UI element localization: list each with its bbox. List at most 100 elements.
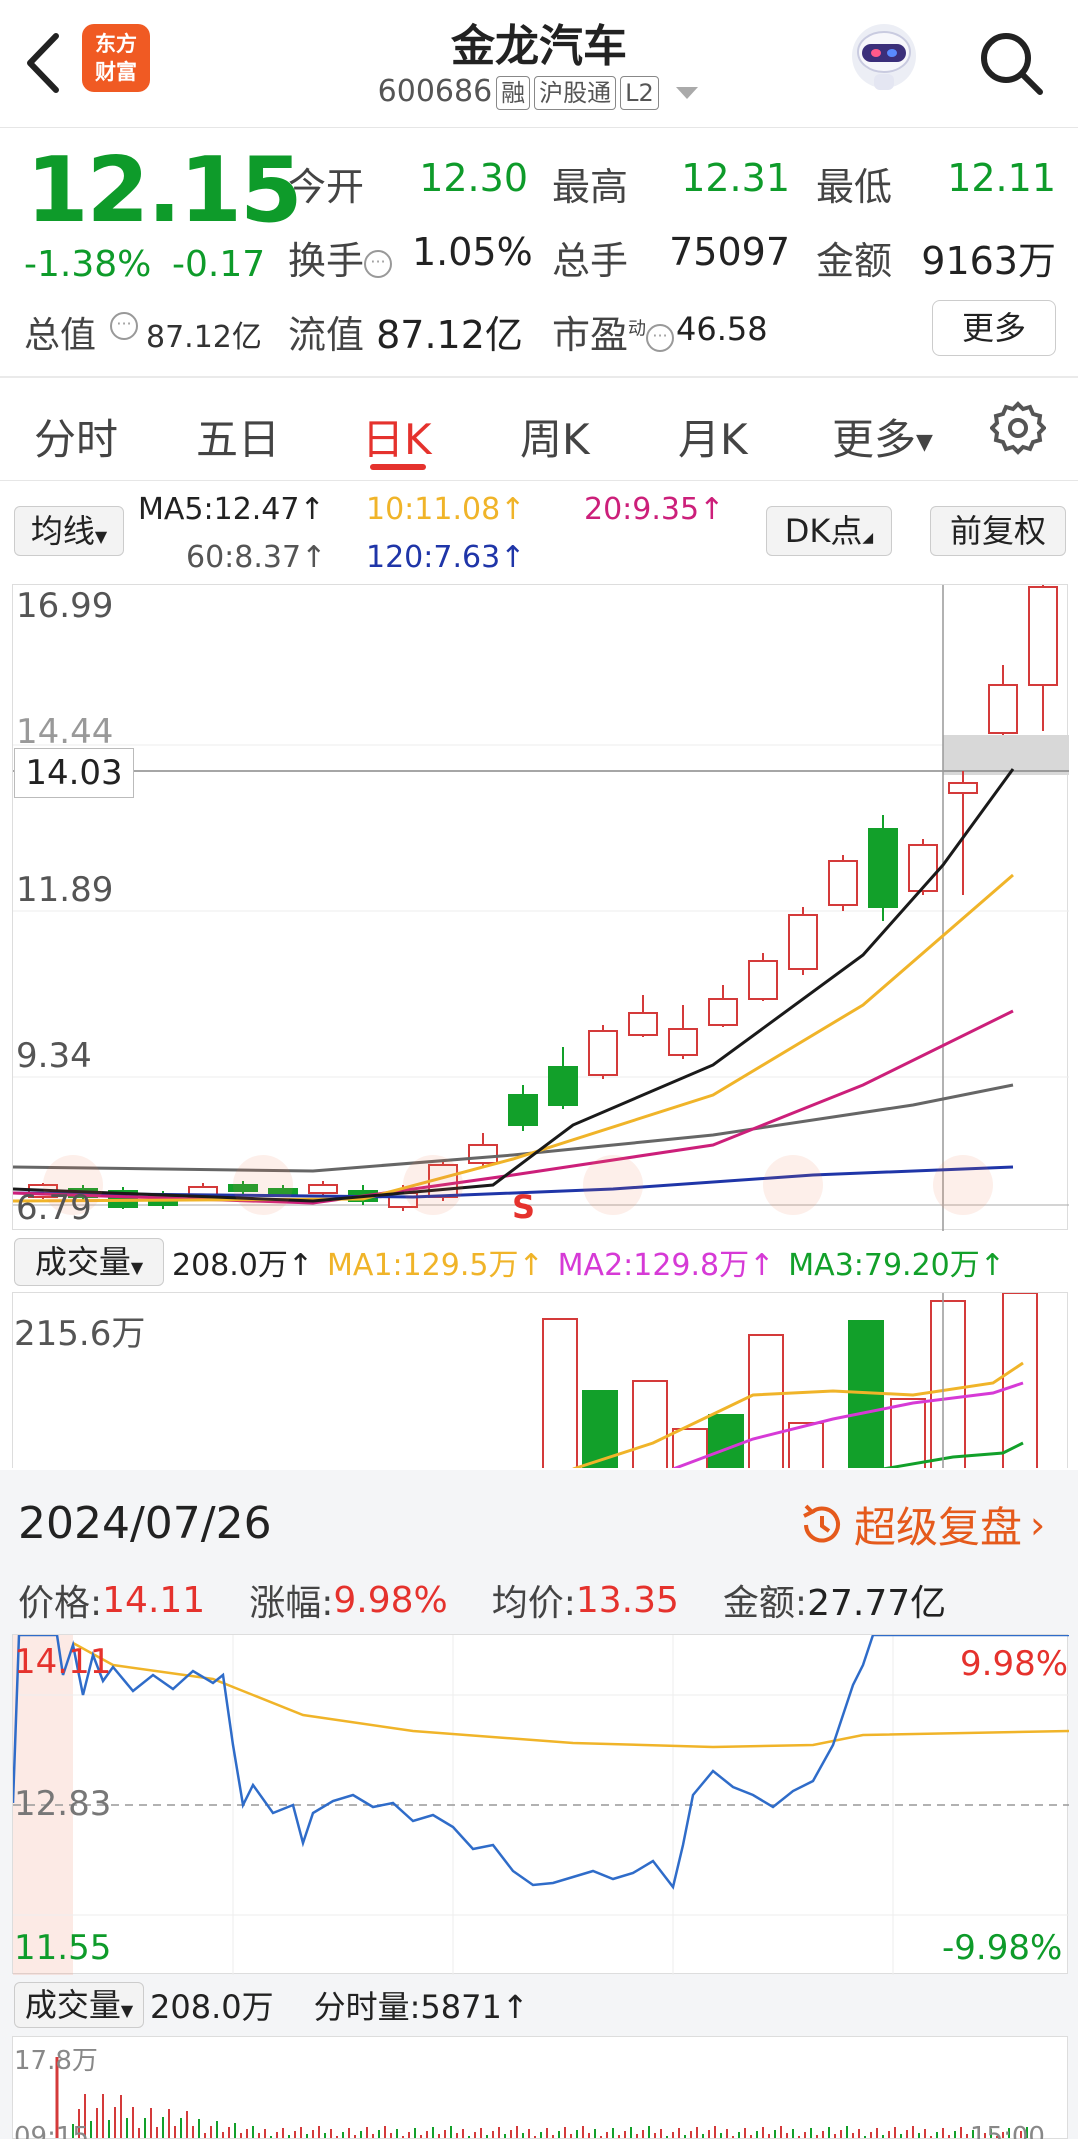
kline-y-label: 14.44 xyxy=(16,712,114,752)
chart-nav-button xyxy=(233,1155,293,1215)
tab-more[interactable]: 更多▼ xyxy=(832,406,933,467)
high-label: 最高 xyxy=(552,165,629,209)
super-replay-button[interactable]: 超级复盘 › xyxy=(796,1494,1045,1555)
adjust-mode-button[interactable]: 前复权 xyxy=(930,506,1066,556)
kline-y-label: 9.34 xyxy=(16,1036,92,1076)
pe-label: 市盈动 ··· xyxy=(552,304,675,359)
kline-canvas xyxy=(12,585,1069,1231)
candle xyxy=(508,1094,538,1126)
ma-selector[interactable]: 均线▼ xyxy=(14,506,124,556)
chart-nav-button xyxy=(403,1155,463,1215)
intraday-pct-bottom: -9.98% xyxy=(942,1928,1063,1968)
minute-volume: 分时量:5871↑ xyxy=(313,1988,529,2026)
intraday-pct-top: 9.98% xyxy=(960,1644,1069,1684)
divider xyxy=(0,480,1078,481)
volume-bar xyxy=(748,1334,784,1468)
turnover-value: 1.05% xyxy=(412,230,533,274)
volume-y-label: 215.6万 xyxy=(14,1314,146,1354)
tab-intraday[interactable]: 分时 xyxy=(34,406,118,467)
volume-bar xyxy=(1002,1293,1038,1468)
total-market-value-label: 总值 xyxy=(24,315,97,356)
volume-ma3: MA3:79.20万↑ xyxy=(788,1248,1005,1283)
open-value: 12.30 xyxy=(419,156,528,200)
info-icon[interactable]: ··· xyxy=(364,249,393,278)
info-icon[interactable]: ··· xyxy=(646,323,675,352)
volume-bar xyxy=(930,1300,966,1468)
candle xyxy=(708,998,738,1026)
volume-bar xyxy=(708,1414,744,1468)
candle xyxy=(748,960,778,1000)
moving-average-line xyxy=(12,873,1014,1203)
tab-five-day[interactable]: 五日 xyxy=(196,406,280,467)
intraday-volume-selector[interactable]: 成交量▼ xyxy=(14,1982,144,2028)
intraday-stats: 价格: 14.11 涨幅: 9.98% 均价: 13.35 金额: 27.77亿 xyxy=(18,1574,946,1626)
volume-value: 75097 xyxy=(669,230,790,274)
search-icon xyxy=(981,33,1043,95)
intraday-y-bottom: 11.55 xyxy=(14,1928,112,1968)
top-nav-bar: 东方 财富 金龙汽车 600686 融沪股通 L2 xyxy=(0,0,1078,128)
intraday-chart[interactable] xyxy=(11,1633,1070,1975)
kline-y-label: 11.89 xyxy=(16,870,114,910)
time-start-label: 09:15 xyxy=(14,2122,89,2139)
chart-nav-button xyxy=(583,1155,643,1215)
intraday-y-top: 14.11 xyxy=(14,1642,112,1682)
active-tab-indicator xyxy=(370,464,426,470)
candle xyxy=(628,1012,658,1036)
dk-point-button[interactable]: DK点◢ xyxy=(766,506,892,556)
change-percent: -1.38% xyxy=(24,244,152,285)
intraday-panel: 2024/07/26 超级复盘 › 价格: 14.11 涨幅: 9.98% 均价: 1… xyxy=(0,1470,1078,2139)
tab-monthly-k[interactable]: 月K xyxy=(678,406,748,467)
chart-nav-button xyxy=(763,1155,823,1215)
crosshair-band xyxy=(943,735,1069,775)
intraday-price: 14.11 xyxy=(102,1579,206,1621)
dropdown-triangle-icon[interactable] xyxy=(674,83,700,103)
intraday-volume-canvas xyxy=(55,2057,1028,2138)
high-value: 12.31 xyxy=(681,156,790,200)
low-label: 最低 xyxy=(816,165,893,209)
candle xyxy=(588,1030,618,1076)
intraday-volume-legend: 成交量▼ 208.0万 分时量:5871↑ xyxy=(14,1982,529,2028)
volume-label: 总手 xyxy=(552,239,629,283)
settings-button[interactable] xyxy=(989,400,1047,456)
sell-signal-marker[interactable]: S xyxy=(512,1188,535,1226)
volume-bar xyxy=(542,1318,578,1468)
candle xyxy=(988,684,1018,734)
kline-chart[interactable] xyxy=(12,584,1069,1231)
intraday-canvas xyxy=(11,1633,1070,1975)
intraday-avg: 13.35 xyxy=(575,1579,679,1621)
connect-tag: 沪股通 xyxy=(534,76,617,110)
caret-down-icon: ▼ xyxy=(120,2001,134,2020)
open-label: 今开 xyxy=(288,165,365,209)
volume-ma2: MA2:129.8万↑ xyxy=(557,1248,775,1283)
turnover-label: 换手 ··· xyxy=(288,230,393,285)
pe-value: 46.58 xyxy=(676,310,768,348)
volume-chart[interactable] xyxy=(12,1292,1068,1468)
volume-bar xyxy=(890,1398,926,1468)
candle xyxy=(308,1184,338,1194)
tab-weekly-k[interactable]: 周K xyxy=(520,406,590,467)
candle xyxy=(948,782,978,794)
candle xyxy=(1028,586,1058,686)
amount-label: 金额 xyxy=(816,239,893,283)
ma20-value: 20:9.35↑ xyxy=(584,492,725,527)
ma5-value: MA5:12.47↑ xyxy=(138,492,325,527)
caret-down-icon: ▼ xyxy=(916,430,933,455)
volume-bar xyxy=(632,1380,668,1468)
level2-tag: L2 xyxy=(620,76,659,110)
divider xyxy=(0,376,1078,378)
tab-daily-k[interactable]: 日K xyxy=(362,406,432,467)
caret-down-icon: ▼ xyxy=(130,1258,144,1277)
search-button[interactable] xyxy=(976,28,1046,98)
history-clock-icon xyxy=(803,1504,840,1542)
intraday-volume-chart[interactable] xyxy=(12,2036,1068,2139)
float-market-value: 流值 87.12亿 xyxy=(288,313,523,357)
low-value: 12.11 xyxy=(947,156,1056,200)
total-market-value: 87.12亿 xyxy=(146,320,262,355)
caret-down-icon: ▼ xyxy=(94,527,108,546)
gear-icon xyxy=(989,401,1047,455)
ai-assistant-robot-icon[interactable] xyxy=(846,20,922,96)
info-icon[interactable]: ··· xyxy=(110,312,138,340)
volume-selector[interactable]: 成交量▼ xyxy=(14,1238,164,1286)
intraday-y-mid: 12.83 xyxy=(14,1784,112,1824)
more-quote-button[interactable]: 更多 xyxy=(932,300,1056,356)
